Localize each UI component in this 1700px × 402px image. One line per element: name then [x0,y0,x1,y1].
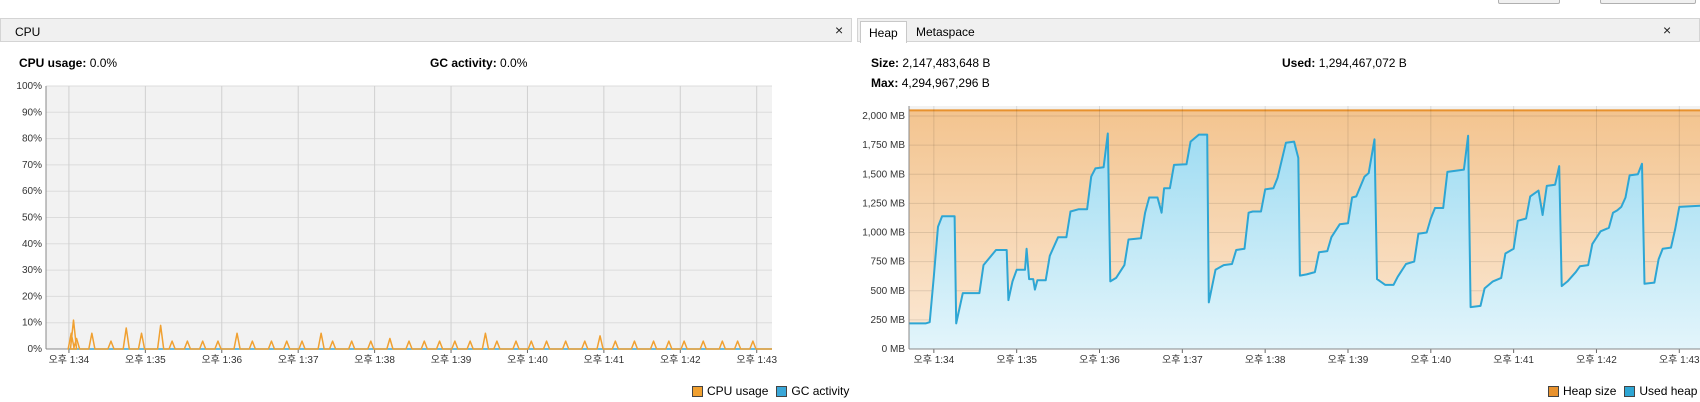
heap-y-tick-label: 1,000 MB [862,228,905,239]
heap-x-tick-label: 오후 1:39 [1328,354,1369,366]
heap-legend: Heap size Used heap [1540,384,1697,398]
gc-activity-label: GC activity: [430,56,497,70]
legend-cpu-usage: CPU usage [707,384,769,398]
cpu-usage-swatch [692,385,703,397]
cpu-x-tick-label: 오후 1:37 [278,354,319,366]
heap-x-tick-label: 오후 1:40 [1410,354,1451,366]
cpu-y-tick-label: 50% [22,213,42,224]
cpu-usage-value: 0.0% [89,56,118,70]
cpu-x-tick-label: 오후 1:36 [201,354,242,366]
cpu-x-tick-label: 오후 1:42 [660,354,701,366]
heap-size-label: Size: [871,56,900,70]
cpu-y-tick-label: 60% [22,186,42,197]
heap-max-value: 4,294,967,296 B [901,76,990,90]
heap-y-tick-label: 1,500 MB [862,169,905,180]
cpu-x-tick-label: 오후 1:35 [125,354,166,366]
gc-activity-swatch [776,385,788,397]
gc-activity-stat: GC activity: 0.0% [430,56,527,70]
heap-y-tick-label: 2,000 MB [862,111,905,122]
used-heap-swatch [1624,385,1636,397]
heap-size-swatch [1548,385,1559,397]
heap-used-label: Used: [1282,56,1316,70]
cpu-y-tick-label: 90% [22,107,42,118]
heap-x-tick-label: 오후 1:42 [1576,354,1617,366]
heap-max-label: Max: [871,76,899,90]
close-icon[interactable]: × [1663,22,1671,38]
cpu-x-tick-label: 오후 1:43 [736,354,777,366]
legend-gc-activity: GC activity [791,384,850,398]
heap-x-tick-label: 오후 1:35 [996,354,1037,366]
cpu-y-tick-label: 30% [22,265,42,276]
heap-used-stat: Used: 1,294,467,072 B [1282,56,1407,70]
heap-used-value: 1,294,467,072 B [1318,56,1407,70]
heap-chart: 0 MB 250 MB 500 MB 750 MB 1,000 MB 1,250 MB 1,… [862,106,1700,366]
cpu-x-tick-label: 오후 1:38 [354,354,395,366]
cpu-tabbar: CPU × [0,18,852,42]
heap-x-tick-label: 오후 1:37 [1162,354,1203,366]
heap-tabbar: Heap Metaspace × [857,18,1700,43]
cpu-y-tick-label: 20% [22,291,42,302]
heap-y-tick-label: 1,250 MB [862,198,905,209]
heap-x-tick-label: 오후 1:38 [1245,354,1286,366]
cpu-x-tick-label: 오후 1:40 [507,354,548,366]
heap-y-tick-label: 750 MB [871,257,906,268]
tab-metaspace[interactable]: Metaspace [908,21,983,43]
heap-size-value: 2,147,483,648 B [902,56,991,70]
close-icon[interactable]: × [835,22,843,38]
heap-x-tick-label: 오후 1:43 [1659,354,1700,366]
heap-x-tick-label: 오후 1:41 [1493,354,1534,366]
tab-heap[interactable]: Heap [860,21,907,43]
cpu-x-tick-label: 오후 1:41 [584,354,625,366]
cpu-usage-stat: CPU usage: 0.0% [19,56,117,70]
cpu-y-tick-label: 70% [22,160,42,171]
cpu-y-tick-label: 40% [22,239,42,250]
cpu-x-tick-label: 오후 1:39 [431,354,472,366]
heap-size-stat: Size: 2,147,483,648 B [871,56,990,70]
cpu-panel: CPU × CPU usage: 0.0% GC activity: 0.0% … [0,18,852,402]
cpu-usage-label: CPU usage: [19,56,87,70]
cpu-y-tick-label: 80% [22,134,42,145]
heap-max-stat: Max: 4,294,967,296 B [871,76,990,90]
cpu-y-tick-label: 0% [28,344,43,355]
cpu-y-tick-label: 10% [22,318,42,329]
profiler-window: CPU × CPU usage: 0.0% GC activity: 0.0% … [0,0,1700,402]
heap-y-tick-label: 1,750 MB [862,140,905,151]
toolbar-button[interactable] [1498,0,1560,4]
top-strip [0,0,1700,18]
cpu-y-tick-label: 100% [16,81,42,92]
heap-y-tick-label: 500 MB [871,286,906,297]
heap-y-tick-label: 250 MB [871,315,906,326]
legend-heap-size: Heap size [1563,384,1617,398]
cpu-chart: 0% 10% 20% 30% 40% 50% 60% 70% 80% 90% 100% 오후 1:34… [16,81,777,366]
gc-activity-value: 0.0% [500,56,528,70]
legend-used-heap: Used heap [1639,384,1698,398]
cpu-x-tick-label: 오후 1:34 [49,354,90,366]
heap-x-tick-label: 오후 1:34 [914,354,955,366]
heap-y-tick-label: 0 MB [882,344,906,355]
heap-panel: Heap Metaspace × Size: 2,147,483,648 B U… [857,18,1700,402]
toolbar-button[interactable] [1600,0,1696,4]
heap-x-tick-label: 오후 1:36 [1079,354,1120,366]
tab-cpu[interactable]: CPU [7,21,48,43]
cpu-legend: CPU usage GC activity [684,384,849,398]
